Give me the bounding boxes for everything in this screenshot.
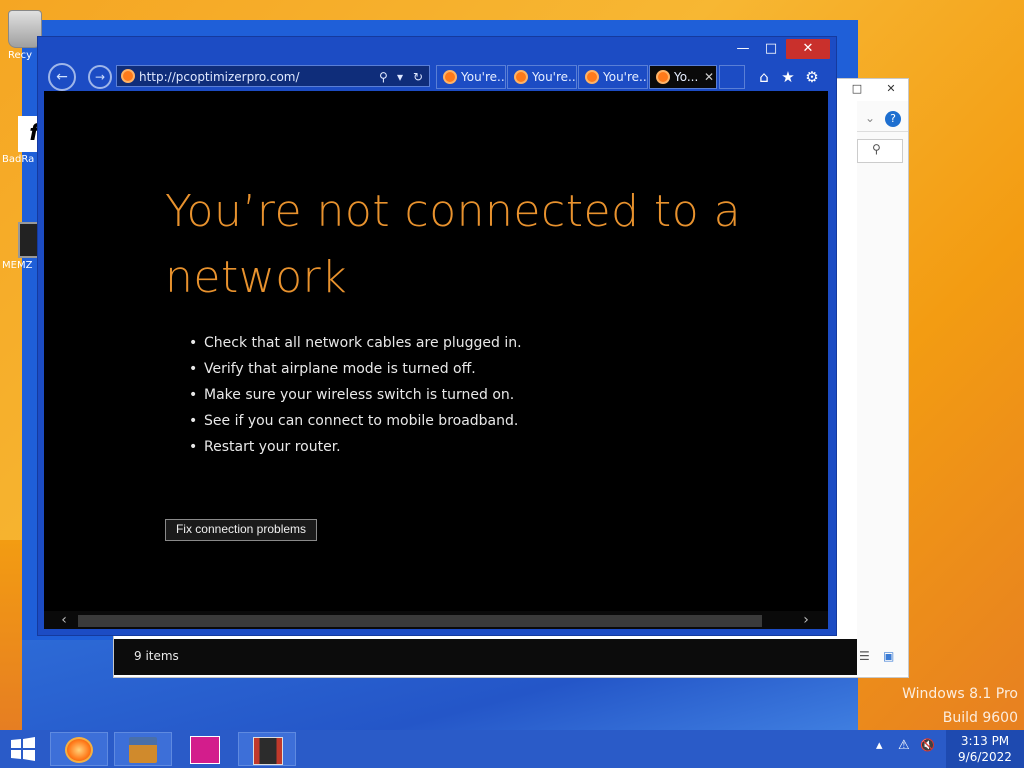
view-buttons: ☰ ▣ <box>857 649 908 667</box>
desktop-icon-label: MEMZ <box>2 260 33 271</box>
taskbar-file-explorer-button[interactable] <box>114 732 172 766</box>
tab-label: You're... <box>532 70 577 84</box>
media-app-icon <box>253 737 283 765</box>
windows-edition-watermark: Windows 8.1 Pro <box>902 686 1018 702</box>
volume-muted-icon[interactable]: 🔇 <box>920 738 935 752</box>
ie-favicon-icon <box>514 70 528 84</box>
large-icons-view-icon[interactable]: ▣ <box>883 649 894 663</box>
desktop-icon-label: BadRa <box>2 154 35 165</box>
desktop-icon-memz[interactable]: MEMZ <box>2 222 42 271</box>
explorer-titlebar: □ ✕ <box>844 79 908 101</box>
clock-date: 9/6/2022 <box>958 750 1012 764</box>
list-item: Check that all network cables are plugge… <box>189 335 522 351</box>
search-icon[interactable]: ⚲ <box>379 66 388 88</box>
browser-tab[interactable]: You're... <box>507 65 577 89</box>
scrollbar-thumb[interactable] <box>78 615 762 627</box>
list-item: Restart your router. <box>189 439 522 455</box>
explorer-maximize-button[interactable]: □ <box>844 79 870 99</box>
page-title: You’re not connected to a network <box>165 186 742 303</box>
tab-close-icon[interactable]: ✕ <box>704 66 714 88</box>
forward-button[interactable]: → <box>88 65 112 89</box>
home-icon[interactable]: ⌂ <box>754 67 774 87</box>
chevron-down-icon[interactable]: ▾ <box>397 66 403 88</box>
new-tab-button[interactable] <box>719 65 745 89</box>
close-button[interactable]: ✕ <box>786 39 830 59</box>
ie-titlebar: — □ ✕ <box>38 37 836 63</box>
wallpaper-stripe <box>0 540 22 730</box>
maximize-button[interactable]: □ <box>758 39 784 59</box>
settings-gear-icon[interactable]: ⚙ <box>802 67 822 87</box>
chevron-down-icon[interactable]: ⌄ <box>865 111 875 125</box>
page-content: You’re not connected to a network Check … <box>44 91 828 611</box>
network-warning-icon[interactable]: ⚠ <box>898 738 910 753</box>
windows-logo-icon <box>11 737 35 761</box>
search-icon: ⚲ <box>872 142 881 156</box>
windows-build-watermark: Build 9600 <box>942 710 1018 726</box>
ie-favicon-icon <box>121 69 135 83</box>
help-icon[interactable]: ? <box>885 111 901 127</box>
taskbar-store-button[interactable] <box>176 732 234 766</box>
troubleshooting-list: Check that all network cables are plugge… <box>189 335 522 465</box>
desktop-icon-badrabbit[interactable]: f BadRa <box>2 116 50 165</box>
ie-favicon-icon <box>443 70 457 84</box>
explorer-status-bar: 9 items <box>114 639 857 675</box>
internet-explorer-icon <box>65 737 93 763</box>
explorer-side-pane: ⌄ ? ⚲ ☰ ▣ <box>857 79 908 675</box>
internet-explorer-window[interactable]: — □ ✕ ← → http://pcoptimizerpro.com/ ⚲ ▾… <box>37 36 837 636</box>
explorer-ribbon-row: ⌄ ? <box>857 109 908 132</box>
fix-connection-button[interactable]: Fix connection problems <box>165 519 317 541</box>
start-button[interactable] <box>8 736 38 762</box>
address-bar[interactable]: http://pcoptimizerpro.com/ ⚲ ▾ ↻ <box>116 65 430 87</box>
ie-favicon-icon <box>656 70 670 84</box>
favorites-icon[interactable]: ★ <box>778 67 798 87</box>
browser-tab[interactable]: You're... <box>436 65 506 89</box>
refresh-icon[interactable]: ↻ <box>413 66 423 88</box>
tab-label: You're... <box>603 70 648 84</box>
horizontal-scrollbar[interactable]: ‹ › <box>44 611 828 629</box>
store-icon <box>190 736 220 764</box>
address-url[interactable]: http://pcoptimizerpro.com/ <box>139 66 300 88</box>
tab-label: Yo... <box>674 70 699 84</box>
ie-favicon-icon <box>585 70 599 84</box>
list-item: See if you can connect to mobile broadba… <box>189 413 522 429</box>
browser-tab-active[interactable]: Yo... ✕ <box>649 65 717 89</box>
details-view-icon[interactable]: ☰ <box>859 649 870 663</box>
show-hidden-icons-button[interactable]: ▴ <box>876 738 883 753</box>
clock-time: 3:13 PM <box>960 734 1010 748</box>
scroll-right-icon[interactable]: › <box>796 611 816 629</box>
desktop-icon-label: Recy <box>8 50 33 61</box>
explorer-search-box[interactable]: ⚲ <box>857 139 903 163</box>
taskbar-ie-button[interactable] <box>50 732 108 766</box>
taskbar: ▴ ⚠ 🔇 3:13 PM 9/6/2022 <box>0 730 1024 768</box>
back-button[interactable]: ← <box>48 63 76 91</box>
list-item: Make sure your wireless switch is turned… <box>189 387 522 403</box>
tab-label: You're... <box>461 70 506 84</box>
taskbar-clock[interactable]: 3:13 PM 9/6/2022 <box>946 730 1024 768</box>
explorer-close-button[interactable]: ✕ <box>878 79 904 99</box>
explorer-item-count: 9 items <box>134 649 179 663</box>
browser-tab[interactable]: You're... <box>578 65 648 89</box>
folder-icon <box>129 737 157 763</box>
list-item: Verify that airplane mode is turned off. <box>189 361 522 377</box>
minimize-button[interactable]: — <box>730 39 756 59</box>
scroll-left-icon[interactable]: ‹ <box>54 611 74 629</box>
taskbar-media-button[interactable] <box>238 732 296 766</box>
